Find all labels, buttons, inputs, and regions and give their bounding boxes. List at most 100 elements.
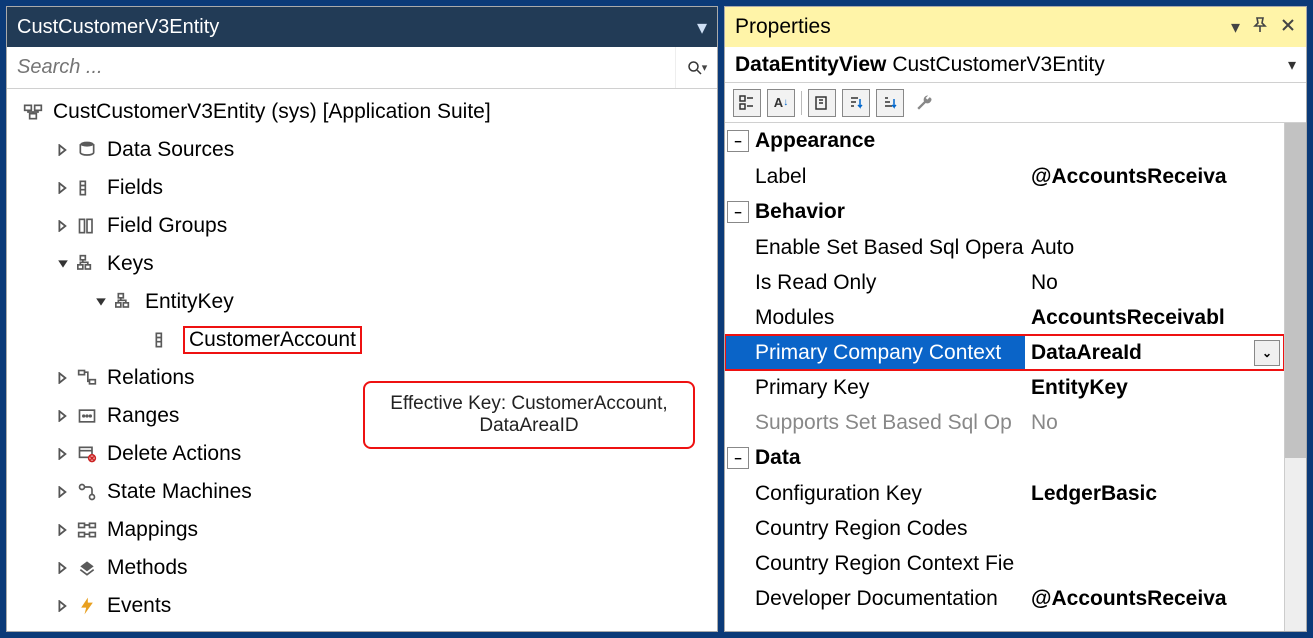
tree-label-highlighted: CustomerAccount xyxy=(183,326,362,354)
scrollbar-thumb[interactable] xyxy=(1285,123,1306,458)
collapse-toggle[interactable]: − xyxy=(727,201,749,223)
tree-root[interactable]: CustCustomerV3Entity (sys) [Application … xyxy=(7,93,717,131)
prop-enable-set-based[interactable]: Enable Set Based Sql OperaAuto xyxy=(725,230,1284,265)
mappings-icon xyxy=(75,518,99,542)
tree-label: State Machines xyxy=(107,480,252,504)
tree-label: Keys xyxy=(107,252,154,276)
tree-node-events[interactable]: Events xyxy=(7,587,717,625)
prop-supports-set-based: Supports Set Based Sql OpNo xyxy=(725,405,1284,440)
tree-label: Methods xyxy=(107,556,188,580)
field-icon xyxy=(151,328,175,352)
object-type: DataEntityView xyxy=(735,53,886,77)
search-button[interactable]: ▾ xyxy=(675,47,717,88)
properties-panel: Properties ▾ DataEntityView CustCustomer… xyxy=(724,6,1307,632)
relations-icon xyxy=(75,366,99,390)
expand-icon[interactable] xyxy=(53,406,73,426)
category-appearance[interactable]: −Appearance xyxy=(725,123,1284,159)
key-icon xyxy=(113,290,137,314)
prop-configuration-key[interactable]: Configuration KeyLedgerBasic xyxy=(725,476,1284,511)
prop-country-region-context-field[interactable]: Country Region Context Fie xyxy=(725,546,1284,581)
fields-icon xyxy=(75,176,99,200)
prop-country-region-codes[interactable]: Country Region Codes xyxy=(725,511,1284,546)
properties-grid: −Appearance Label@AccountsReceiva −Behav… xyxy=(725,123,1306,631)
tree-label: Data Sources xyxy=(107,138,234,162)
object-tree: CustCustomerV3Entity (sys) [Application … xyxy=(7,89,717,631)
tree-label: Mappings xyxy=(107,518,198,542)
tree-label: EntityKey xyxy=(145,290,234,314)
categorized-button[interactable] xyxy=(733,89,761,117)
database-icon xyxy=(75,138,99,162)
expand-icon[interactable] xyxy=(53,596,73,616)
designer-panel: CustCustomerV3Entity ▾ ▾ CustCustomerV3E… xyxy=(6,6,718,632)
sort-button-1[interactable] xyxy=(842,89,870,117)
dropdown-icon[interactable]: ▾ xyxy=(697,15,707,40)
expand-icon[interactable] xyxy=(53,178,73,198)
methods-icon xyxy=(75,556,99,580)
tree-node-mappings[interactable]: Mappings xyxy=(7,511,717,549)
tree-label: Field Groups xyxy=(107,214,227,238)
expand-icon[interactable] xyxy=(53,140,73,160)
properties-title: Properties xyxy=(735,15,1219,39)
category-data[interactable]: −Data xyxy=(725,440,1284,476)
expand-icon[interactable] xyxy=(53,558,73,578)
tree-node-customeraccount[interactable]: CustomerAccount xyxy=(7,321,717,359)
sort-button-2[interactable] xyxy=(876,89,904,117)
object-name: CustCustomerV3Entity xyxy=(892,53,1104,77)
prop-modules[interactable]: ModulesAccountsReceivabl xyxy=(725,300,1284,335)
deleteactions-icon xyxy=(75,442,99,466)
properties-subheader[interactable]: DataEntityView CustCustomerV3Entity ▾ xyxy=(725,47,1306,83)
tree-label: Events xyxy=(107,594,171,618)
pin-icon[interactable] xyxy=(1252,17,1268,38)
tree-node-entitykey[interactable]: EntityKey xyxy=(7,283,717,321)
prop-label[interactable]: Label@AccountsReceiva xyxy=(725,159,1284,194)
dropdown-icon[interactable]: ▾ xyxy=(1231,17,1240,38)
dropdown-button[interactable]: ⌄ xyxy=(1254,340,1280,366)
spacer xyxy=(129,330,149,350)
property-pages-button[interactable] xyxy=(808,89,836,117)
expand-icon[interactable] xyxy=(53,520,73,540)
tree-node-datasources[interactable]: Data Sources xyxy=(7,131,717,169)
collapse-toggle[interactable]: − xyxy=(727,447,749,469)
tree-root-label: CustCustomerV3Entity (sys) [Application … xyxy=(53,100,491,124)
category-behavior[interactable]: −Behavior xyxy=(725,194,1284,230)
tree-label: Fields xyxy=(107,176,163,200)
collapse-icon[interactable] xyxy=(53,254,73,274)
statemachines-icon xyxy=(75,480,99,504)
expand-icon[interactable] xyxy=(53,368,73,388)
tree-node-fields[interactable]: Fields xyxy=(7,169,717,207)
tree-label: Relations xyxy=(107,366,195,390)
tree-node-fieldgroups[interactable]: Field Groups xyxy=(7,207,717,245)
tree-node-statemachines[interactable]: State Machines xyxy=(7,473,717,511)
tree-node-methods[interactable]: Methods xyxy=(7,549,717,587)
tree-label: Delete Actions xyxy=(107,442,241,466)
vertical-scrollbar[interactable] xyxy=(1284,123,1306,631)
close-icon[interactable] xyxy=(1280,17,1296,38)
properties-titlebar: Properties ▾ xyxy=(725,7,1306,47)
annotation-line: DataAreaID xyxy=(381,415,677,437)
properties-toolbar: A↓ xyxy=(725,83,1306,123)
collapse-toggle[interactable]: − xyxy=(727,130,749,152)
annotation-line: Effective Key: CustomerAccount, xyxy=(381,393,677,415)
expand-icon[interactable] xyxy=(53,482,73,502)
alphabetical-button[interactable]: A↓ xyxy=(767,89,795,117)
fieldgroups-icon xyxy=(75,214,99,238)
collapse-icon[interactable] xyxy=(91,292,111,312)
prop-primary-key[interactable]: Primary KeyEntityKey xyxy=(725,370,1284,405)
prop-primary-company-context[interactable]: Primary Company Context DataAreaId⌄ xyxy=(725,335,1284,370)
chevron-down-icon[interactable]: ▾ xyxy=(1288,55,1296,75)
entity-icon xyxy=(21,100,45,124)
tree-node-keys[interactable]: Keys xyxy=(7,245,717,283)
expand-icon[interactable] xyxy=(53,444,73,464)
prop-is-read-only[interactable]: Is Read OnlyNo xyxy=(725,265,1284,300)
keys-icon xyxy=(75,252,99,276)
ranges-icon xyxy=(75,404,99,428)
annotation-callout: Effective Key: CustomerAccount, DataArea… xyxy=(363,381,695,449)
designer-title: CustCustomerV3Entity xyxy=(17,16,673,39)
designer-titlebar: CustCustomerV3Entity ▾ xyxy=(7,7,717,47)
search-input[interactable] xyxy=(7,52,675,83)
expand-icon[interactable] xyxy=(53,216,73,236)
tree-label: Ranges xyxy=(107,404,179,428)
prop-developer-documentation[interactable]: Developer Documentation@AccountsReceiva xyxy=(725,581,1284,616)
events-icon xyxy=(75,594,99,618)
wrench-icon[interactable] xyxy=(910,89,938,117)
